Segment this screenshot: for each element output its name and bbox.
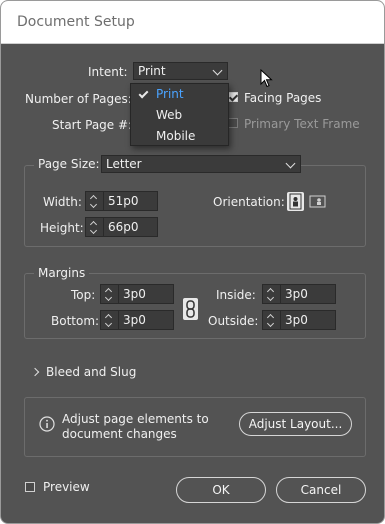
facing-pages-checkbox[interactable]: [228, 92, 238, 102]
intent-option-print[interactable]: Print: [131, 84, 228, 105]
width-field[interactable]: 51p0: [85, 191, 158, 211]
height-label: Height:: [40, 221, 84, 235]
page-size-value: Letter: [106, 157, 142, 171]
ok-button[interactable]: OK: [176, 477, 266, 503]
intent-select[interactable]: Print: [133, 62, 228, 80]
checkmark-icon: [138, 88, 149, 99]
preview-checkbox[interactable]: [25, 482, 35, 492]
intent-value: Print: [138, 64, 166, 78]
info-icon: [39, 416, 55, 432]
bottom-margin-field[interactable]: 3p0: [100, 310, 174, 330]
top-margin-label: Top:: [71, 288, 96, 302]
inside-margin-label: Inside:: [216, 288, 256, 302]
info-text-line2: document changes: [62, 427, 177, 441]
intent-option-label: Mobile: [156, 129, 196, 143]
bleed-and-slug-toggle[interactable]: Bleed and Slug: [46, 365, 136, 379]
height-field[interactable]: 66p0: [85, 217, 158, 237]
height-value: 66p0: [108, 220, 139, 234]
intent-option-label: Print: [156, 87, 184, 101]
chevron-down-icon: [285, 158, 296, 169]
facing-pages-label: Facing Pages: [244, 91, 322, 105]
margins-title: Margins: [34, 266, 90, 280]
landscape-orientation-icon[interactable]: [309, 194, 326, 209]
portrait-orientation-icon[interactable]: [287, 192, 304, 211]
outside-margin-field[interactable]: 3p0: [262, 310, 336, 330]
number-of-pages-label: Number of Pages:: [25, 92, 132, 106]
intent-label: Intent:: [88, 65, 128, 79]
top-margin-field[interactable]: 3p0: [100, 284, 174, 304]
width-stepper[interactable]: [86, 192, 104, 210]
dialog-title: Document Setup: [17, 14, 135, 30]
chain-link-icon[interactable]: [183, 298, 198, 320]
top-margin-value: 3p0: [123, 287, 146, 301]
intent-dropdown-menu: Print Web Mobile: [130, 83, 229, 146]
title-bar: Document Setup: [1, 1, 384, 44]
outside-margin-value: 3p0: [285, 313, 308, 327]
chevron-right-icon[interactable]: [30, 367, 40, 377]
width-label: Width:: [43, 195, 82, 209]
page-size-label: Page Size:: [34, 157, 104, 171]
preview-label: Preview: [43, 480, 90, 494]
info-text-line1: Adjust page elements to: [62, 412, 209, 426]
mouse-pointer-icon: [260, 68, 274, 89]
inside-margin-stepper[interactable]: [263, 285, 281, 303]
intent-option-mobile[interactable]: Mobile: [131, 126, 228, 147]
intent-option-label: Web: [156, 108, 183, 122]
inside-margin-field[interactable]: 3p0: [262, 284, 336, 304]
start-page-label: Start Page #:: [52, 118, 133, 132]
width-value: 51p0: [108, 194, 139, 208]
bottom-margin-label: Bottom:: [51, 314, 100, 328]
top-margin-stepper[interactable]: [101, 285, 119, 303]
page-size-select[interactable]: Letter: [101, 155, 301, 173]
adjust-layout-button[interactable]: Adjust Layout...: [239, 412, 352, 436]
outside-margin-stepper[interactable]: [263, 311, 281, 329]
primary-text-frame-checkbox[interactable]: [228, 118, 238, 128]
height-stepper[interactable]: [86, 218, 104, 236]
bottom-margin-value: 3p0: [123, 313, 146, 327]
outside-margin-label: Outside:: [208, 314, 259, 328]
primary-text-frame-label: Primary Text Frame: [244, 117, 360, 131]
intent-option-web[interactable]: Web: [131, 105, 228, 126]
chevron-down-icon: [212, 65, 223, 76]
document-setup-dialog: Document Setup Intent: Print Number of P…: [0, 0, 385, 524]
bottom-margin-stepper[interactable]: [101, 311, 119, 329]
inside-margin-value: 3p0: [285, 287, 308, 301]
orientation-label: Orientation:: [213, 195, 285, 209]
cancel-button[interactable]: Cancel: [276, 477, 366, 503]
